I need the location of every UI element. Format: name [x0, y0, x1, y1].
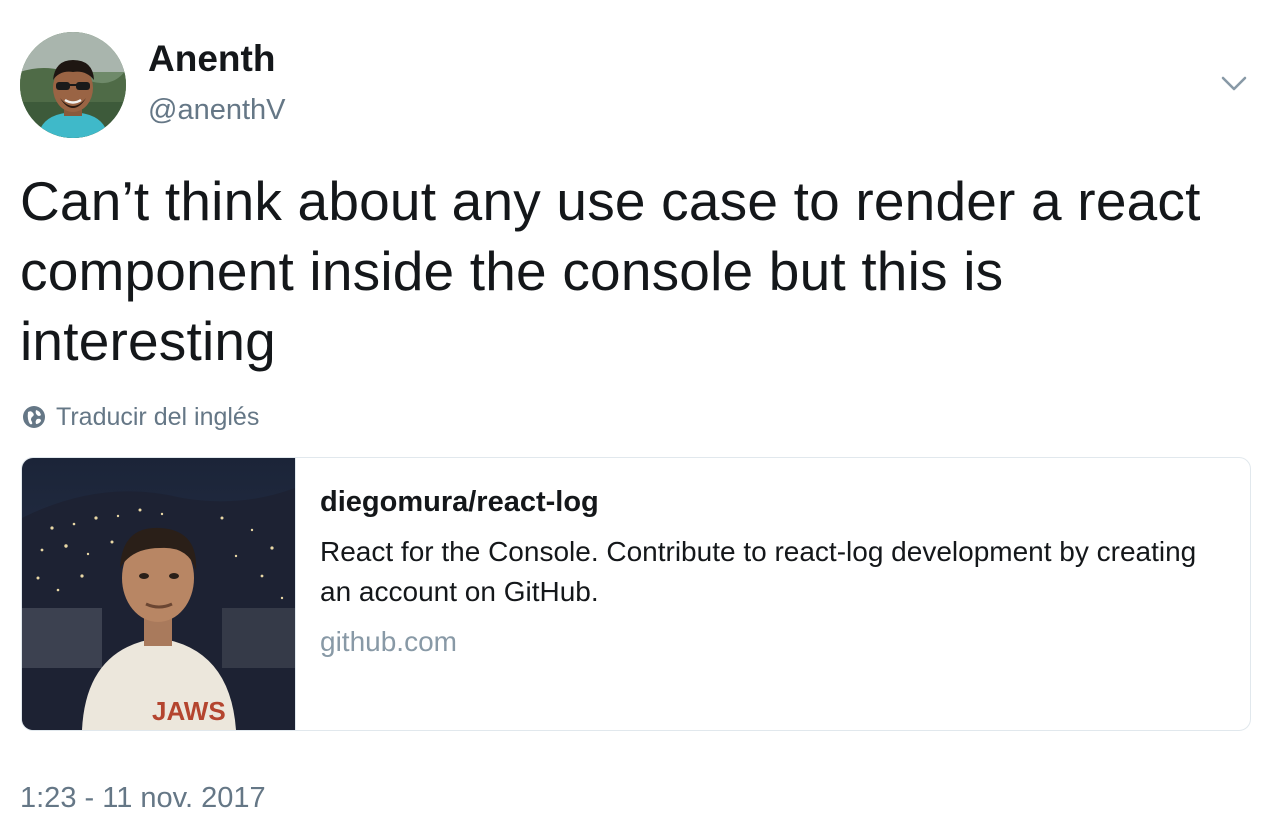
- card-title[interactable]: diegomura/react-log: [320, 482, 1220, 522]
- avatar[interactable]: [20, 32, 126, 138]
- display-name[interactable]: Anenth: [148, 36, 275, 82]
- chevron-down-icon[interactable]: [1216, 66, 1252, 102]
- user-handle[interactable]: @anenthV: [148, 90, 285, 130]
- card-body: diegomura/react-log React for the Consol…: [320, 482, 1220, 662]
- tweet-text: Can’t think about any use case to render…: [20, 170, 1201, 372]
- card-image: JAWS: [22, 458, 296, 730]
- link-card[interactable]: JAWS diegomura/react-log React for the C…: [21, 457, 1251, 731]
- translate-link[interactable]: Traducir del inglés: [22, 400, 259, 434]
- globe-icon: [22, 405, 46, 429]
- translate-label: Traducir del inglés: [56, 402, 260, 431]
- card-domain: github.com: [320, 626, 457, 657]
- tweet: Anenth @anenthV Can’t think about any us…: [0, 0, 1286, 838]
- shirt-logo-text: JAWS: [152, 696, 226, 726]
- timestamp[interactable]: 1:23 - 11 nov. 2017: [20, 778, 266, 818]
- card-description: React for the Console. Contribute to rea…: [320, 536, 1197, 607]
